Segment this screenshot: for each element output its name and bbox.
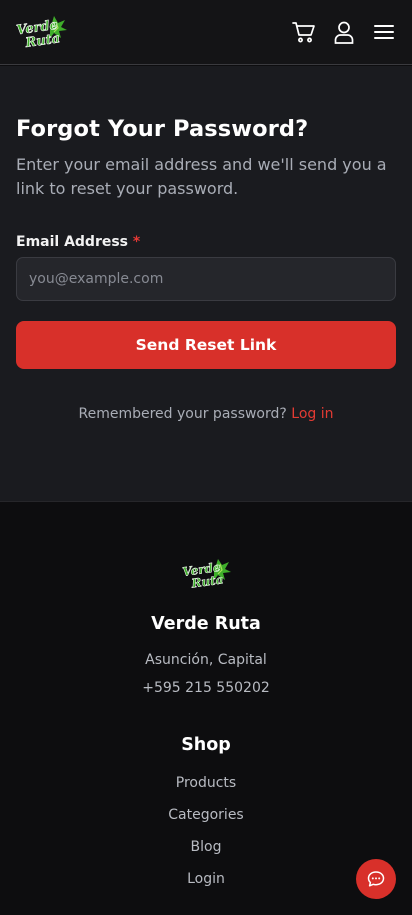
- footer-link-login[interactable]: Login: [0, 871, 412, 887]
- chat-bubble-icon: [367, 871, 385, 887]
- chat-button[interactable]: [356, 859, 396, 899]
- footer-link-blog[interactable]: Blog: [0, 839, 412, 855]
- email-label-text: Email Address: [16, 234, 129, 250]
- site-header: Verde Ruta: [0, 0, 412, 65]
- send-reset-link-button[interactable]: Send Reset Link: [16, 321, 396, 369]
- footer-link-categories[interactable]: Categories: [0, 807, 412, 823]
- email-field[interactable]: [16, 257, 396, 301]
- footer-logo[interactable]: Verde Ruta: [180, 557, 232, 591]
- footer-brand-name: Verde Ruta: [151, 614, 261, 634]
- menu-icon[interactable]: [370, 18, 398, 46]
- email-label: Email Address *: [16, 234, 140, 250]
- required-marker: *: [132, 234, 141, 250]
- footer-phone[interactable]: +595 215 550202: [0, 680, 412, 696]
- footer-location: Asunción, Capital: [145, 652, 267, 668]
- login-prompt: Remembered your password? Log in: [0, 406, 412, 422]
- footer-link-products[interactable]: Products: [0, 775, 412, 791]
- brand-logo[interactable]: Verde Ruta: [14, 14, 68, 51]
- footer-shop-heading: Shop: [181, 735, 231, 755]
- site-footer: Verde Ruta Verde Ruta Asunción, Capital …: [0, 501, 412, 915]
- page-subtitle: Enter your email address and we'll send …: [16, 155, 387, 198]
- user-icon[interactable]: [330, 18, 358, 46]
- login-link[interactable]: Log in: [291, 406, 333, 422]
- cart-icon[interactable]: [290, 18, 318, 46]
- login-prompt-text: Remembered your password?: [78, 406, 287, 422]
- page-title: Forgot Your Password?: [16, 116, 309, 142]
- forgot-password-section: Forgot Your Password? Enter your email a…: [0, 66, 412, 501]
